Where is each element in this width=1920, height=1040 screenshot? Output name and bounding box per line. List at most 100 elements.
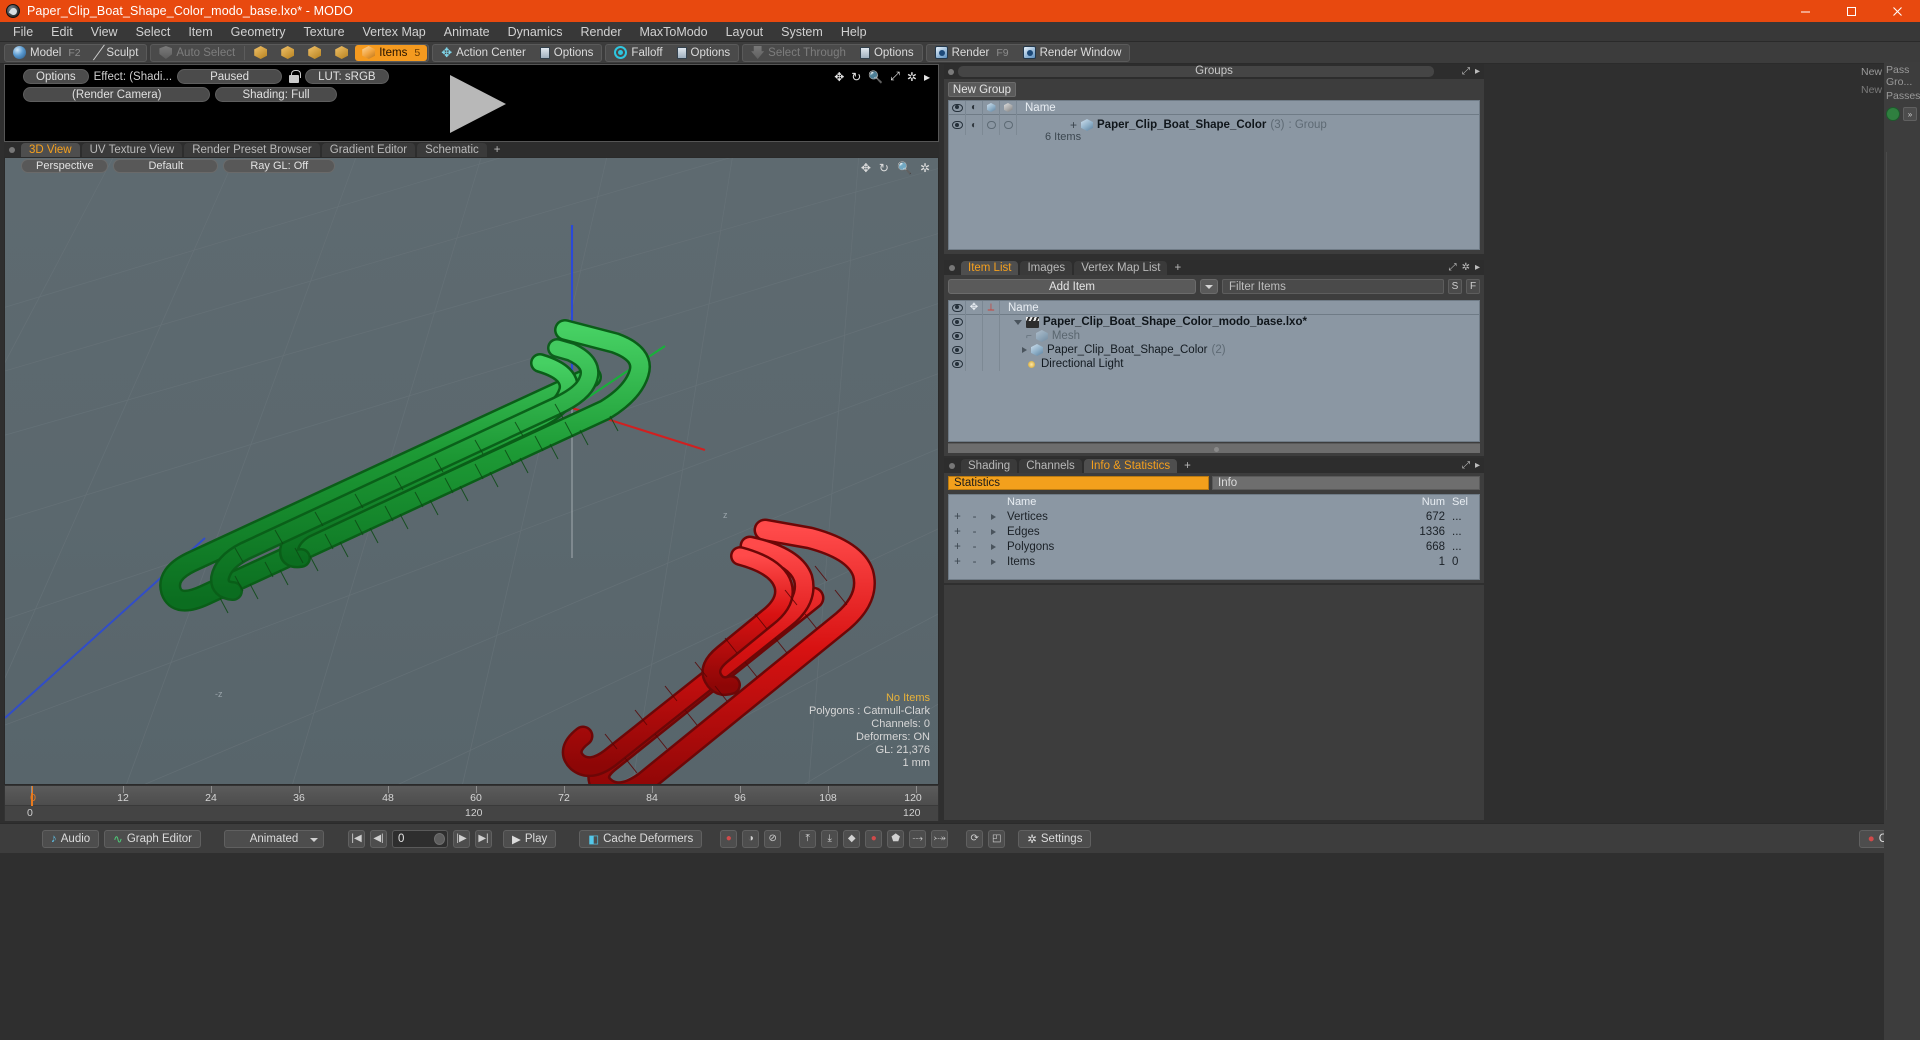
zoom-icon[interactable]: 🔍 — [897, 161, 912, 175]
stat-expand-icon[interactable] — [983, 510, 1003, 524]
menu-system[interactable]: System — [772, 23, 832, 41]
stat-remove-button[interactable]: - — [966, 540, 983, 554]
stat-remove-button[interactable]: - — [966, 525, 983, 539]
tab-add-button[interactable]: + — [1169, 261, 1186, 275]
lock-icon[interactable] — [287, 69, 302, 84]
row-visibility-toggle[interactable] — [949, 115, 966, 135]
col-lock-icon[interactable]: ✥ — [966, 301, 983, 315]
statistics-row[interactable]: + - Polygons 668 ... — [949, 539, 1479, 554]
bake-icon[interactable]: ◰ — [988, 829, 1006, 848]
maximize-button[interactable] — [1828, 0, 1874, 22]
tab-schematic[interactable]: Schematic — [417, 143, 487, 157]
menu-select[interactable]: Select — [127, 23, 180, 41]
stat-remove-button[interactable]: - — [966, 510, 983, 524]
menu-render[interactable]: Render — [572, 23, 631, 41]
vertex-mode-button[interactable] — [247, 45, 274, 61]
zoom-icon[interactable]: 🔍 — [868, 70, 883, 84]
statistics-row[interactable]: + - Items 1 0 — [949, 554, 1479, 569]
stat-add-button[interactable]: + — [949, 525, 966, 539]
viewport-default-button[interactable]: Default — [113, 159, 219, 173]
item-list-row[interactable]: ⌐ Mesh — [949, 329, 1479, 343]
settings-button[interactable]: ✲ Settings — [1018, 829, 1092, 848]
preview-options-button[interactable]: Options — [23, 69, 89, 84]
menu-file[interactable]: File — [4, 23, 42, 41]
row-render-toggle[interactable]: ◐ — [966, 115, 983, 135]
preview-paused-button[interactable]: Paused — [177, 69, 283, 84]
action-center-options-button[interactable]: Options — [533, 45, 601, 61]
chevron-right-icon[interactable]: ▸ — [1475, 66, 1480, 77]
preview-shading-button[interactable]: Shading: Full — [215, 87, 337, 102]
item-list-row[interactable]: Paper_Clip_Boat_Shape_Color_modo_base.lx… — [949, 315, 1479, 329]
col-axis-icon[interactable]: ⟂ — [983, 301, 1000, 315]
row-visibility-toggle[interactable] — [949, 329, 966, 343]
tab-images[interactable]: Images — [1020, 261, 1073, 275]
expand-icon[interactable]: ⤢ — [1462, 460, 1470, 471]
stat-remove-button[interactable]: - — [966, 555, 983, 569]
step-back-button[interactable]: ◀| — [370, 829, 388, 848]
minimize-button[interactable] — [1782, 0, 1828, 22]
row-axis-cell[interactable] — [983, 315, 1000, 329]
go-to-start-button[interactable]: |◀ — [348, 829, 366, 848]
material-mode-button[interactable] — [328, 45, 355, 61]
menu-dynamics[interactable]: Dynamics — [499, 23, 572, 41]
key-delete-icon[interactable]: ● — [865, 829, 883, 848]
col-wire-icon[interactable] — [983, 101, 1000, 115]
new-group-button[interactable]: New Group — [948, 82, 1016, 97]
menu-animate[interactable]: Animate — [435, 23, 499, 41]
panel-dot-icon[interactable] — [948, 68, 954, 75]
col-shade-icon[interactable] — [1000, 101, 1017, 115]
menu-vertex-map[interactable]: Vertex Map — [354, 23, 435, 41]
play-button[interactable]: ▶ Play — [503, 829, 557, 848]
tab-dot-icon[interactable] — [949, 265, 955, 271]
preview-lut-button[interactable]: LUT: sRGB — [305, 69, 389, 84]
row-shade-toggle[interactable] — [1000, 115, 1017, 135]
frame-spinner-icon[interactable] — [434, 832, 446, 845]
chevron-right-icon[interactable]: ▸ — [1475, 262, 1480, 273]
sculpt-mode-button[interactable]: ╱ Sculpt — [88, 45, 146, 61]
menu-item[interactable]: Item — [179, 23, 221, 41]
tab-3d-view[interactable]: 3D View — [21, 143, 80, 157]
timeline-range-bar[interactable]: 0 120 120 — [5, 806, 938, 821]
record-dot-icon[interactable]: ● — [720, 829, 738, 848]
timeline[interactable]: 0 12 24 36 48 60 72 84 96 108 120 0 120 … — [4, 785, 939, 821]
key-first-icon[interactable]: ⤏ — [909, 829, 927, 848]
stat-add-button[interactable]: + — [949, 540, 966, 554]
render-window-button[interactable]: Render Window — [1016, 45, 1129, 61]
3d-viewport[interactable]: y -z z Perspective Default Ray GL: Off ✥… — [4, 157, 939, 785]
tab-render-preset-browser[interactable]: Render Preset Browser — [184, 143, 320, 157]
row-axis-cell[interactable] — [983, 343, 1000, 357]
timeline-track[interactable]: 0 12 24 36 48 60 72 84 96 108 120 — [5, 786, 938, 806]
item-list-horizontal-scrollbar[interactable] — [948, 443, 1480, 453]
chevron-right-icon[interactable]: ▸ — [1475, 460, 1480, 471]
tab-gradient-editor[interactable]: Gradient Editor — [321, 143, 416, 157]
filter-f-button[interactable]: F — [1466, 279, 1480, 294]
tab-dot-icon[interactable] — [949, 463, 955, 469]
key-last-icon[interactable]: ⤐ — [931, 829, 949, 848]
groups-list[interactable]: ◐ Name ◐ + Paper_Clip_Boat_Shape_Color (… — [948, 100, 1480, 250]
key-lock-icon[interactable]: ⬟ — [887, 829, 905, 848]
add-pass-group-icon[interactable] — [1886, 107, 1900, 121]
rotate-icon[interactable]: ↻ — [879, 161, 889, 175]
audio-button[interactable]: ♪ Audio — [42, 829, 100, 848]
items-mode-button[interactable]: Items 5 — [355, 44, 428, 61]
tab-add-button[interactable]: + — [1179, 459, 1196, 473]
statistics-row[interactable]: + - Vertices 672 ... — [949, 509, 1479, 524]
key-prev-icon[interactable]: ⤒ — [799, 829, 817, 848]
menu-edit[interactable]: Edit — [42, 23, 82, 41]
gear-icon[interactable]: ✲ — [907, 70, 917, 84]
pass-more-icon[interactable]: » — [1903, 107, 1917, 121]
menu-layout[interactable]: Layout — [717, 23, 773, 41]
expand-plus-icon[interactable]: + — [1070, 118, 1077, 132]
edge-mode-button[interactable] — [274, 45, 301, 61]
row-lock-cell[interactable] — [966, 343, 983, 357]
chevron-down-icon[interactable] — [1014, 319, 1022, 325]
preview-camera-button[interactable]: (Render Camera) — [23, 87, 211, 102]
expand-icon[interactable]: ⤢ — [1449, 262, 1457, 273]
current-frame-field[interactable]: 0 — [392, 829, 449, 848]
tab-dot-icon[interactable] — [9, 147, 15, 153]
filter-s-button[interactable]: S — [1448, 279, 1462, 294]
row-visibility-toggle[interactable] — [949, 357, 966, 371]
menu-help[interactable]: Help — [832, 23, 876, 41]
tab-uv-texture-view[interactable]: UV Texture View — [81, 143, 183, 157]
menu-maxtomodo[interactable]: MaxToModo — [631, 23, 717, 41]
